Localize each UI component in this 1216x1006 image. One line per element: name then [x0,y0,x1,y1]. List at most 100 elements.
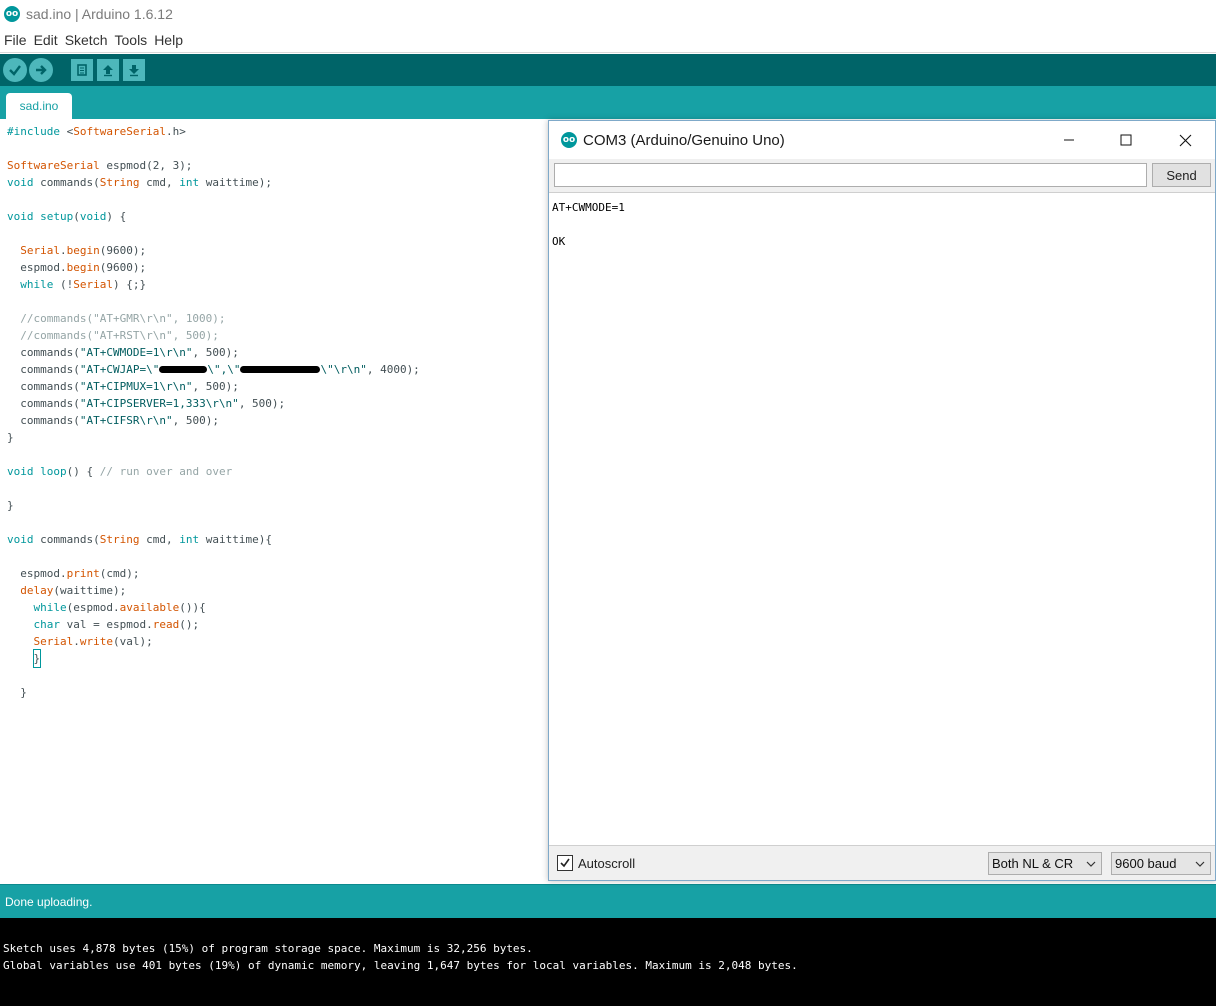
code-line: void loop() { // run over and over [7,463,420,480]
serial-send-input[interactable] [554,163,1147,187]
code-token: () { [66,465,100,478]
tab-sad-ino[interactable]: sad.ino [6,93,72,119]
serial-monitor-window: oo COM3 (Arduino/Genuino Uno) Send AT+CW… [548,120,1216,881]
tab-strip: sad.ino [0,86,1216,119]
upload-button[interactable] [29,58,53,82]
code-token: // run over and over [99,465,233,478]
code-token: cmd, [139,176,180,189]
code-line: commands("AT+CIFSR\r\n", 500); [7,412,420,429]
code-text[interactable]: #include <SoftwareSerial.h> SoftwareSeria… [7,123,420,701]
code-token: String [99,176,140,189]
code-line: } [7,684,420,701]
code-token: commands( [7,346,80,359]
menu-sketch[interactable]: Sketch [61,32,111,48]
code-line: delay(waittime); [7,582,420,599]
code-token: void [79,210,107,223]
code-token: loop [40,465,67,478]
verify-button[interactable] [3,58,27,82]
code-token: , 4000); [366,363,420,376]
code-line: void commands(String cmd, int waittime){ [7,531,420,548]
code-token: "AT+CIFSR\r\n" [79,414,173,427]
autoscroll-checkbox[interactable] [557,855,573,871]
maximize-icon [1120,134,1132,146]
save-sketch-button[interactable] [123,59,145,81]
code-token: char [33,618,61,631]
open-sketch-button[interactable] [97,59,119,81]
save-icon [129,65,139,77]
code-token: void [7,533,34,546]
code-token: waittime){ [199,533,272,546]
code-token: (waittime); [53,584,127,597]
menu-file[interactable]: File [0,32,30,48]
menu-tools[interactable]: Tools [111,32,151,48]
code-token: val = espmod. [60,618,153,631]
code-token: ()){ [179,601,206,614]
code-token: commands( [33,533,100,546]
code-token: cmd, [139,533,180,546]
code-token: . [73,635,80,648]
code-line: //commands("AT+RST\r\n", 500); [7,327,420,344]
redacted-text [159,365,208,373]
new-sketch-button[interactable] [71,59,93,81]
code-token: #include [7,125,67,138]
code-token: read [152,618,180,631]
menu-help[interactable]: Help [150,32,186,48]
line-ending-select[interactable]: Both NL & CR [988,852,1102,875]
verify-icon [9,65,21,76]
code-token: Serial [73,278,113,291]
close-button[interactable] [1162,121,1208,159]
code-token: int [179,533,200,546]
code-line: SoftwareSerial espmod(2, 3); [7,157,420,174]
arduino-logo-icon: oo [4,6,20,22]
menu-bar: File Edit Sketch Tools Help [0,28,1216,53]
code-token: , 500); [192,380,239,393]
code-token: .h> [165,125,186,138]
serial-output[interactable]: AT+CWMODE=1 OK [549,192,1215,846]
code-line: #include <SoftwareSerial.h> [7,123,420,140]
send-button[interactable]: Send [1152,163,1211,187]
code-token: available [119,601,180,614]
code-token: SoftwareSerial [73,125,166,138]
code-token: void [7,465,34,478]
maximize-button[interactable] [1103,121,1149,159]
code-line: } [7,497,420,514]
code-token: setup [40,210,74,223]
checkmark-icon [560,858,570,868]
window-title: sad.ino | Arduino 1.6.12 [26,6,173,22]
code-token: . [60,244,67,257]
code-token: espmod(2, 3); [99,159,193,172]
minimize-button[interactable] [1046,121,1092,159]
serial-monitor-titlebar[interactable]: oo COM3 (Arduino/Genuino Uno) [549,121,1215,159]
code-token: print [66,567,100,580]
code-line: void commands(String cmd, int waittime); [7,174,420,191]
code-token: while [33,601,67,614]
code-token: int [179,176,200,189]
code-token: (espmod. [66,601,120,614]
console-output: Sketch uses 4,878 bytes (15%) of program… [0,918,1216,1006]
code-token: } [7,499,14,512]
new-icon [77,64,87,76]
code-token: write [79,635,113,648]
code-token: \",\" [207,363,241,376]
status-bar: Done uploading. [0,884,1216,918]
baud-rate-select[interactable]: 9600 baud [1111,852,1211,875]
code-token: (! [53,278,74,291]
code-token: espmod. [7,567,67,580]
menu-edit[interactable]: Edit [30,32,61,48]
code-token: begin [66,244,100,257]
status-text: Done uploading. [5,894,93,909]
code-line: commands("AT+CWMODE=1\r\n", 500); [7,344,420,361]
code-line: while(espmod.available()){ [7,599,420,616]
